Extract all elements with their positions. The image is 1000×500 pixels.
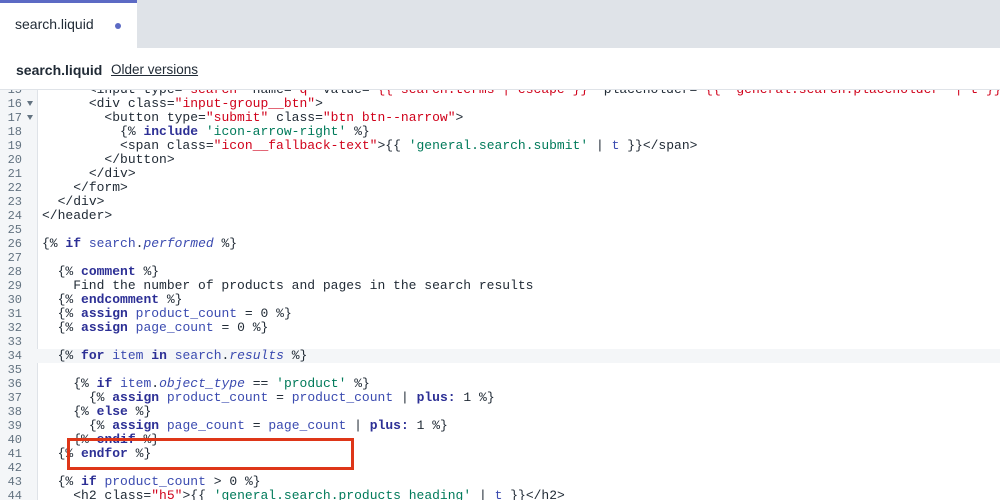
line-number: 40 [7,433,22,447]
code-line[interactable]: 40 {% endif %} [0,432,1000,448]
line-code: </div> [57,194,105,209]
code-line[interactable]: 36 {% if item.object_type == 'product' %… [0,376,1000,392]
code-line[interactable]: 30 {% endcomment %} [0,292,1000,308]
line-number: 36 [7,377,22,391]
line-number: 29 [7,279,22,293]
line-number: 37 [7,391,22,405]
code-line[interactable]: 23 </div> [0,194,1000,210]
line-number: 24 [7,209,22,223]
code-line[interactable]: 34 {% for item in search.results %} [0,349,1000,363]
line-code: </form> [73,180,128,195]
code-line[interactable]: 31 {% assign product_count = 0 %} [0,306,1000,322]
code-line[interactable]: 16 <div class="input-group__btn"> [0,96,1000,112]
line-code: <h2 class="h5">{{ 'general.search.produc… [73,488,565,500]
code-line[interactable]: 43 {% if product_count > 0 %} [0,474,1000,490]
code-line[interactable]: 19 <span class="icon__fallback-text">{{ … [0,138,1000,154]
line-number: 41 [7,447,22,461]
code-line[interactable]: 33 [0,335,1000,349]
code-line[interactable]: 32 {% assign page_count = 0 %} [0,320,1000,336]
code-line[interactable]: 22 </form> [0,180,1000,196]
line-number: 33 [7,335,22,349]
line-code: {% include 'icon-arrow-right' %} [120,124,370,139]
code-line[interactable]: 29 Find the number of products and pages… [0,278,1000,294]
line-code: Find the number of products and pages in… [42,278,534,293]
code-editor[interactable]: 15 <input type="search" name="q" value="… [0,90,1000,500]
line-number: 15 [7,90,22,97]
code-line[interactable]: 41 {% endfor %} [0,446,1000,462]
code-line[interactable]: 25 [0,223,1000,237]
code-line[interactable]: 42 [0,461,1000,475]
line-code: {% for item in search.results %} [57,348,308,363]
code-line[interactable]: 20 </button> [0,152,1000,168]
code-line[interactable]: 39 {% assign page_count = page_count | p… [0,418,1000,434]
line-number: 16 [7,97,22,111]
line-code: {% endif %} [73,432,160,447]
line-number: 39 [7,419,22,433]
line-code: {% else %} [73,404,152,419]
file-title: search.liquid [16,62,103,78]
code-line[interactable]: 26 {% if search.performed %} [0,236,1000,252]
line-number: 17 [7,111,22,125]
line-number: 23 [7,195,22,209]
line-number: 27 [7,251,22,265]
line-number: 31 [7,307,22,321]
line-code: <button type="submit" class="btn btn--na… [104,110,464,125]
line-number: 20 [7,153,22,167]
line-number: 26 [7,237,22,251]
line-code: {% assign page_count = 0 %} [57,320,269,335]
line-code: {% if product_count > 0 %} [57,474,261,489]
line-number: 38 [7,405,22,419]
line-code: </header> [42,208,113,223]
line-code: </div> [88,166,136,181]
tab-label: search.liquid [15,16,94,32]
line-number: 43 [7,475,22,489]
line-number: 34 [7,349,22,363]
line-number: 18 [7,125,22,139]
unsaved-dot-icon [115,23,121,29]
line-code: {% assign page_count = page_count | plus… [88,418,448,433]
tab-bar: search.liquid [0,0,1000,48]
line-number: 44 [7,489,22,500]
older-versions-link[interactable]: Older versions [111,62,198,77]
line-number: 32 [7,321,22,335]
code-line[interactable]: 21 </div> [0,166,1000,182]
fold-arrow-icon[interactable] [27,115,33,120]
code-line[interactable]: 17 <button type="submit" class="btn btn-… [0,110,1000,126]
line-number: 28 [7,265,22,279]
code-line[interactable]: 18 {% include 'icon-arrow-right' %} [0,124,1000,140]
code-line[interactable]: 37 {% assign product_count = product_cou… [0,390,1000,406]
line-number: 19 [7,139,22,153]
code-line[interactable]: 35 [0,363,1000,377]
line-number: 35 [7,363,22,377]
line-code: {% if search.performed %} [42,236,238,251]
tab-search-liquid[interactable]: search.liquid [0,0,137,48]
line-code: <span class="icon__fallback-text">{{ 'ge… [120,138,698,153]
line-code: {% assign product_count = product_count … [88,390,495,405]
line-code: {% endcomment %} [57,292,183,307]
line-code: {% endfor %} [57,446,152,461]
code-line[interactable]: 44 <h2 class="h5">{{ 'general.search.pro… [0,489,1000,500]
line-code: {% assign product_count = 0 %} [57,306,292,321]
line-number: 25 [7,223,22,237]
line-number: 30 [7,293,22,307]
fold-arrow-icon[interactable] [27,101,33,106]
line-number: 21 [7,167,22,181]
line-number: 22 [7,181,22,195]
line-code: <div class="input-group__btn"> [88,96,323,111]
line-code: {% if item.object_type == 'product' %} [73,376,370,391]
code-line[interactable]: 28 {% comment %} [0,264,1000,280]
code-lines: 15 <input type="search" name="q" value="… [0,90,1000,500]
line-number: 42 [7,461,22,475]
line-code: {% comment %} [57,264,160,279]
code-line[interactable]: 24 </header> [0,208,1000,224]
line-code: </button> [104,152,175,167]
code-line[interactable]: 38 {% else %} [0,404,1000,420]
file-header: search.liquid Older versions [0,48,1000,90]
code-line[interactable]: 27 [0,251,1000,265]
